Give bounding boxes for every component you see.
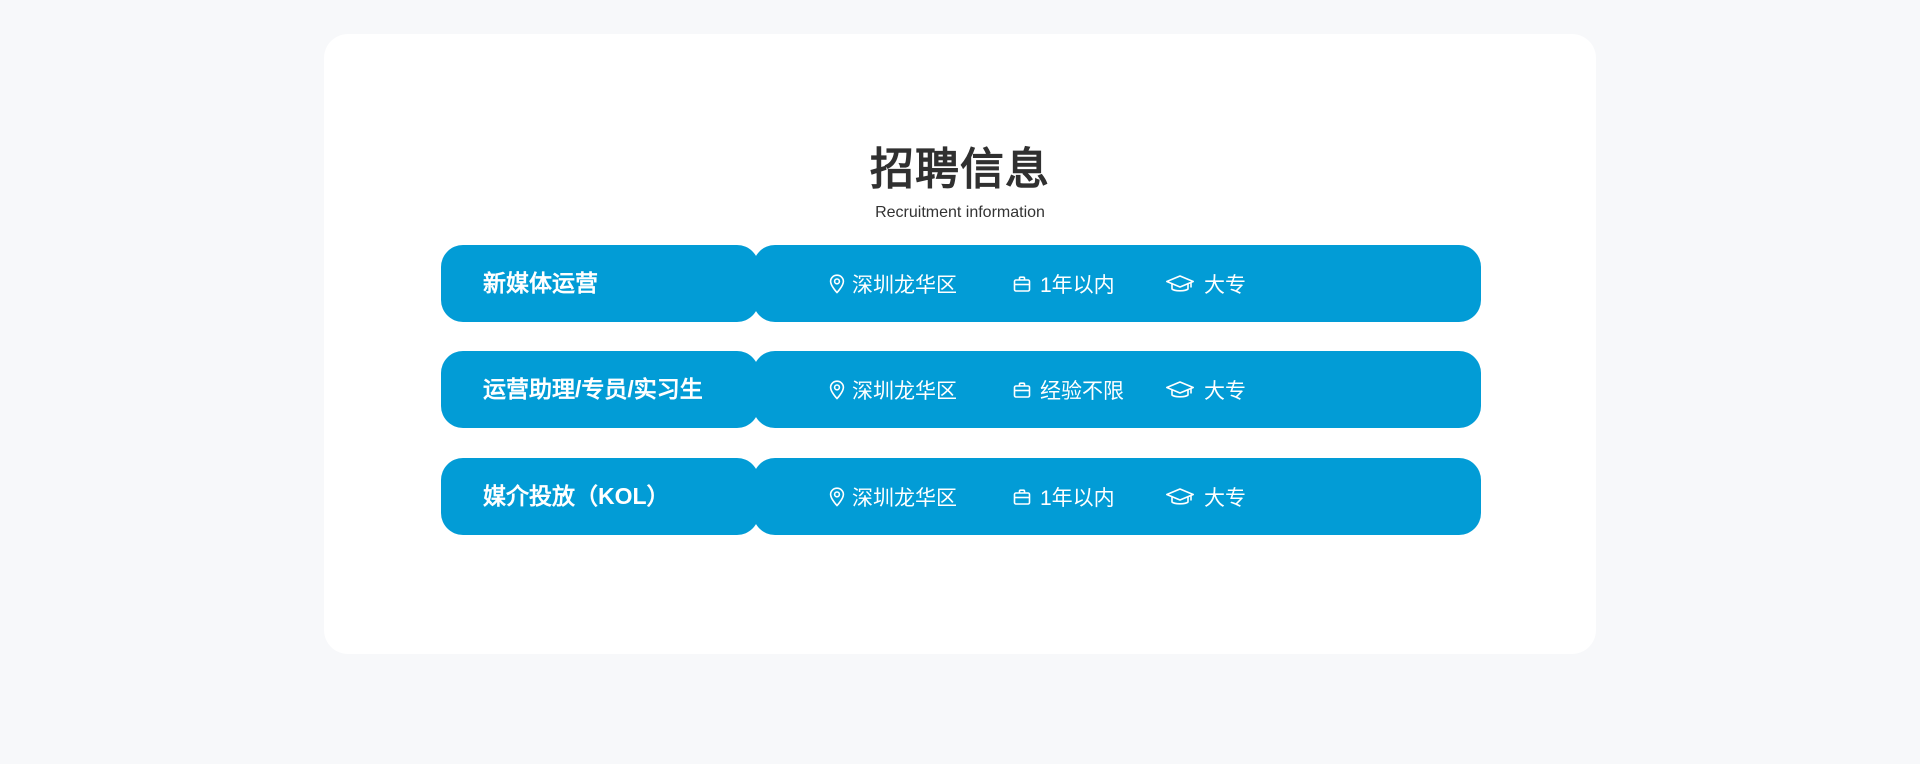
job-row[interactable]: 新媒体运营 深圳龙华区 1年以内 大专 xyxy=(441,245,1481,322)
job-details-block[interactable]: 深圳龙华区 1年以内 大专 xyxy=(753,245,1481,322)
job-location-text: 深圳龙华区 xyxy=(852,379,957,403)
job-title-block[interactable]: 新媒体运营 xyxy=(441,245,759,322)
job-location-text: 深圳龙华区 xyxy=(852,273,957,297)
job-title-block[interactable]: 媒介投放（KOL） xyxy=(441,458,759,535)
job-row[interactable]: 媒介投放（KOL） 深圳龙华区 1年以内 大专 xyxy=(441,458,1481,535)
recruitment-card: 招聘信息 Recruitment information 新媒体运营 深圳龙华区… xyxy=(324,34,1596,654)
job-title-block[interactable]: 运营助理/专员/实习生 xyxy=(441,351,759,428)
job-education-text: 大专 xyxy=(1204,273,1246,297)
job-title: 运营助理/专员/实习生 xyxy=(483,376,703,402)
job-location: 深圳龙华区 xyxy=(829,351,957,428)
graduation-cap-icon xyxy=(1166,487,1194,505)
job-education-text: 大专 xyxy=(1204,486,1246,510)
job-experience: 1年以内 xyxy=(1013,458,1115,535)
job-education: 大专 xyxy=(1165,351,1246,428)
page-subtitle: Recruitment information xyxy=(875,204,1045,221)
job-details-block[interactable]: 深圳龙华区 1年以内 大专 xyxy=(753,458,1481,535)
job-details-block[interactable]: 深圳龙华区 经验不限 大专 xyxy=(753,351,1481,428)
briefcase-icon xyxy=(1013,381,1031,398)
location-pin-icon xyxy=(829,486,845,506)
job-location: 深圳龙华区 xyxy=(829,458,957,535)
job-experience-text: 1年以内 xyxy=(1040,486,1115,510)
job-education: 大专 xyxy=(1165,245,1246,322)
graduation-cap-icon xyxy=(1166,380,1194,398)
location-pin-icon xyxy=(829,273,845,293)
job-location: 深圳龙华区 xyxy=(829,245,957,322)
page-title: 招聘信息 xyxy=(870,145,1050,194)
job-experience-text: 1年以内 xyxy=(1040,273,1115,297)
job-experience: 经验不限 xyxy=(1013,351,1124,428)
job-location-text: 深圳龙华区 xyxy=(852,486,957,510)
job-title: 媒介投放（KOL） xyxy=(483,483,670,509)
job-education: 大专 xyxy=(1165,458,1246,535)
briefcase-icon xyxy=(1013,488,1031,505)
graduation-cap-icon xyxy=(1166,274,1194,292)
job-experience-text: 经验不限 xyxy=(1040,379,1124,403)
briefcase-icon xyxy=(1013,275,1031,292)
location-pin-icon xyxy=(829,379,845,399)
job-education-text: 大专 xyxy=(1204,379,1246,403)
job-row[interactable]: 运营助理/专员/实习生 深圳龙华区 经验不限 大专 xyxy=(441,351,1481,428)
job-experience: 1年以内 xyxy=(1013,245,1115,322)
job-title: 新媒体运营 xyxy=(483,270,598,296)
